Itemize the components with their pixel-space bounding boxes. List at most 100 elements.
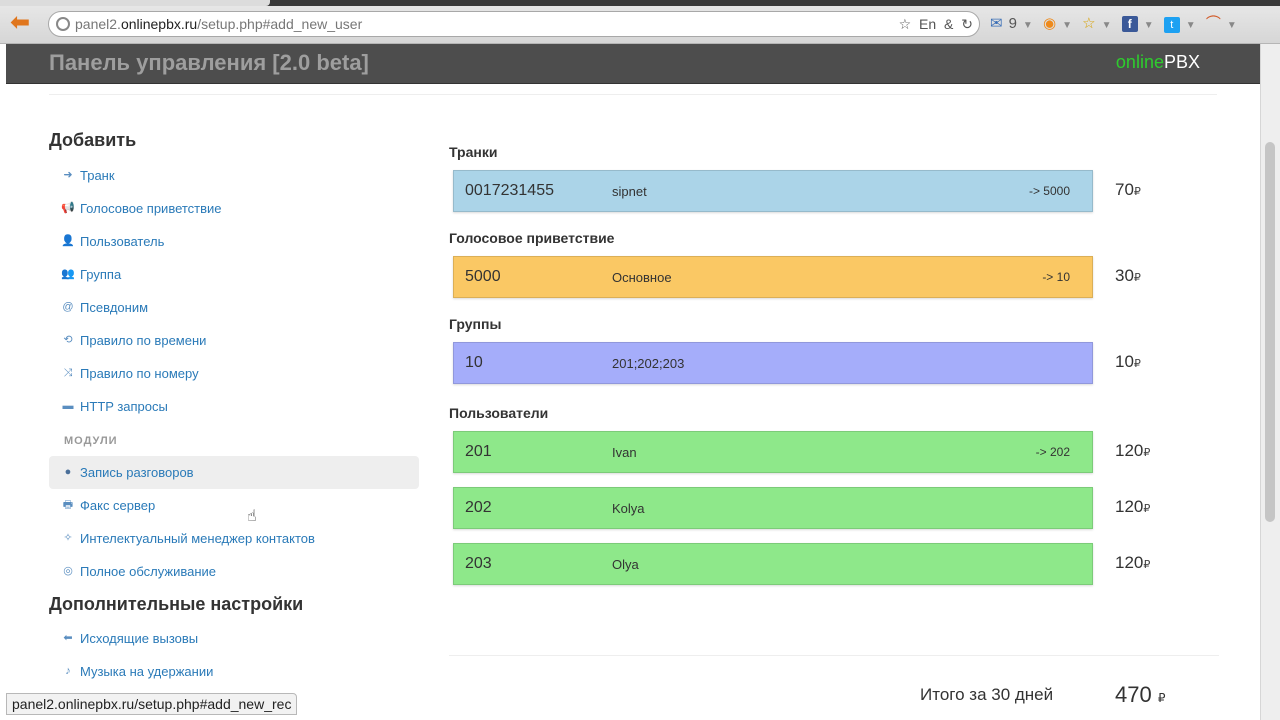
item-target: -> 5000 bbox=[1028, 184, 1070, 198]
arrow-left-icon: ⬅ bbox=[63, 632, 73, 644]
price-value: 70 bbox=[1115, 180, 1134, 199]
item-price: 10₽ bbox=[1115, 352, 1141, 372]
tab-strip bbox=[0, 0, 1280, 6]
url-prefix: panel2. bbox=[75, 16, 121, 32]
sidebar-add-list: ➜ Транк 📢 Голосовое приветствие 👤 Пользовател… bbox=[49, 159, 419, 423]
divider bbox=[49, 94, 1217, 95]
item-bar[interactable]: 203 Olya bbox=[453, 543, 1093, 585]
section-block: Группы 10 201;202;203 10₽ bbox=[449, 316, 1209, 386]
magic-icon: ✧ bbox=[63, 532, 73, 544]
sidebar-item-shuffle[interactable]: ⤨ Правило по номеру bbox=[49, 357, 419, 390]
section-block: Голосовое приветствие 5000 Основное -> 10 30… bbox=[449, 230, 1209, 300]
twitter-icon[interactable]: t bbox=[1163, 17, 1180, 33]
page-scrollbar[interactable] bbox=[1260, 44, 1280, 720]
scrollbar-thumb[interactable] bbox=[1265, 142, 1275, 522]
sidebar-item-users[interactable]: 👥 Группа bbox=[49, 258, 419, 291]
mouse-cursor-icon: ☝ bbox=[247, 508, 257, 525]
item-bar[interactable]: 10 201;202;203 bbox=[453, 342, 1093, 384]
sidebar-item-megaphone[interactable]: 📢 Голосовое приветствие bbox=[49, 192, 419, 225]
rainbow-icon[interactable]: ⌒ bbox=[1206, 12, 1221, 36]
sidebar-item-record[interactable]: ● Запись разговоров bbox=[49, 456, 419, 489]
price-value: 120 bbox=[1115, 553, 1144, 572]
sidebar-item-label: Голосовое приветствие bbox=[80, 201, 222, 216]
sidebar: Добавить ➜ Транк 📢 Голосовое приветствие 👤 По… bbox=[49, 130, 419, 688]
section-title: Пользователи bbox=[449, 405, 549, 421]
chevron-down-icon[interactable]: ▼ bbox=[1144, 14, 1154, 38]
sidebar-item-history[interactable]: ⟲ Правило по времени bbox=[49, 324, 419, 357]
browser-toolbar: ⬅ panel2.onlinepbx.ru/setup.php#add_new_… bbox=[0, 0, 1280, 44]
mail-icon[interactable]: ✉ bbox=[990, 12, 1003, 36]
chevron-down-icon[interactable]: ▼ bbox=[1023, 14, 1033, 38]
address-bar[interactable]: panel2.onlinepbx.ru/setup.php#add_new_us… bbox=[48, 11, 980, 37]
page-title: Панель управления [2.0 beta] bbox=[49, 50, 369, 75]
extension-icons: ✉ 9 ▼ ◉ ▼ ☆ ▼ f ▼ t ▼ ⌒ ▼ bbox=[990, 12, 1243, 36]
item-target: -> 10 bbox=[1042, 270, 1070, 284]
facebook-icon[interactable]: f bbox=[1121, 16, 1138, 32]
back-arrow-icon: ⬅ bbox=[10, 9, 31, 36]
url-path: /setup.php#add_new_user bbox=[197, 16, 363, 32]
sidebar-item-terminal[interactable]: ▬ HTTP запросы bbox=[49, 390, 419, 423]
sidebar-extra-list: ⬅ Исходящие вызовы ♪ Музыка на удержании bbox=[49, 622, 419, 688]
item-name: Основное bbox=[612, 270, 672, 285]
item-target: -> 202 bbox=[1035, 445, 1070, 459]
currency-icon: ₽ bbox=[1143, 503, 1151, 515]
browser-tab[interactable] bbox=[0, 0, 270, 6]
page-content: Панель управления [2.0 beta] onlinePBX Д… bbox=[6, 44, 1260, 720]
item-number: 10 bbox=[465, 354, 483, 371]
sidebar-item-label: Интелектуальный менеджер контактов bbox=[80, 531, 315, 546]
printer-icon: 🖶 bbox=[62, 499, 74, 511]
currency-icon: ₽ bbox=[1143, 559, 1151, 571]
arrow-right-icon: ➜ bbox=[63, 169, 73, 181]
item-price: 120₽ bbox=[1115, 441, 1150, 461]
back-button[interactable]: ⬅ bbox=[10, 11, 38, 35]
item-bar[interactable]: 5000 Основное -> 10 bbox=[453, 256, 1093, 298]
total-label: Итого за 30 дней bbox=[920, 685, 1054, 704]
star-icon[interactable]: ☆ bbox=[1082, 12, 1095, 36]
currency-icon: ₽ bbox=[1133, 358, 1141, 370]
chevron-down-icon[interactable]: ▼ bbox=[1062, 14, 1072, 38]
sidebar-heading-add: Добавить bbox=[49, 130, 137, 150]
ampersand-icon[interactable]: & bbox=[944, 16, 953, 32]
mail-count: 9 bbox=[1008, 15, 1017, 32]
sidebar-item-label: Группа bbox=[80, 267, 122, 282]
reload-icon[interactable]: ↻ bbox=[961, 16, 973, 32]
chevron-down-icon[interactable]: ▼ bbox=[1227, 14, 1237, 38]
record-icon: ● bbox=[64, 466, 72, 478]
item-number: 201 bbox=[465, 443, 492, 460]
chevron-down-icon[interactable]: ▼ bbox=[1186, 14, 1196, 38]
sidebar-heading-extra: Дополнительные настройки bbox=[49, 594, 304, 614]
item-bar[interactable]: 202 Kolya bbox=[453, 487, 1093, 529]
url-host: onlinepbx.ru bbox=[120, 16, 198, 32]
item-bar[interactable]: 0017231455 sipnet -> 5000 bbox=[453, 170, 1093, 212]
rss-icon[interactable]: ◉ bbox=[1043, 12, 1056, 36]
sidebar-item-arrow-left[interactable]: ⬅ Исходящие вызовы bbox=[49, 622, 419, 655]
megaphone-icon: 📢 bbox=[61, 202, 75, 214]
sidebar-item-lifebuoy[interactable]: ◎ Полное обслуживание bbox=[49, 555, 419, 588]
chevron-down-icon[interactable]: ▼ bbox=[1102, 14, 1112, 38]
bookmark-star-icon[interactable]: ☆ bbox=[899, 16, 912, 32]
sidebar-item-music[interactable]: ♪ Музыка на удержании bbox=[49, 655, 419, 688]
item-price: 120₽ bbox=[1115, 497, 1150, 517]
price-value: 120 bbox=[1115, 441, 1144, 460]
item-number: 0017231455 bbox=[465, 182, 554, 199]
sidebar-item-label: Правило по времени bbox=[80, 333, 207, 348]
sidebar-item-arrow-right[interactable]: ➜ Транк bbox=[49, 159, 419, 192]
sidebar-item-magic[interactable]: ✧ Интелектуальный менеджер контактов bbox=[49, 522, 419, 555]
shuffle-icon: ⤨ bbox=[63, 367, 73, 379]
sidebar-item-at[interactable]: @ Псевдоним bbox=[49, 291, 419, 324]
sidebar-item-label: HTTP запросы bbox=[80, 399, 168, 414]
item-row: 10 201;202;203 10₽ bbox=[449, 342, 1209, 386]
item-bar[interactable]: 201 Ivan -> 202 bbox=[453, 431, 1093, 473]
sidebar-item-label: Исходящие вызовы bbox=[80, 631, 199, 646]
sidebar-item-label: Музыка на удержании bbox=[80, 664, 214, 679]
translate-icon[interactable]: En bbox=[919, 16, 936, 32]
currency-icon: ₽ bbox=[1157, 691, 1166, 705]
sidebar-item-printer[interactable]: 🖶 Факс сервер bbox=[49, 489, 419, 522]
globe-icon bbox=[56, 17, 70, 31]
sidebar-item-user-plus[interactable]: 👤 Пользователь bbox=[49, 225, 419, 258]
status-bar: panel2.onlinepbx.ru/setup.php#add_new_re… bbox=[6, 693, 298, 715]
lifebuoy-icon: ◎ bbox=[63, 565, 73, 577]
item-price: 120₽ bbox=[1115, 553, 1150, 573]
brand-logo[interactable]: onlinePBX bbox=[1116, 52, 1200, 73]
item-row: 203 Olya 120₽ bbox=[449, 543, 1209, 587]
